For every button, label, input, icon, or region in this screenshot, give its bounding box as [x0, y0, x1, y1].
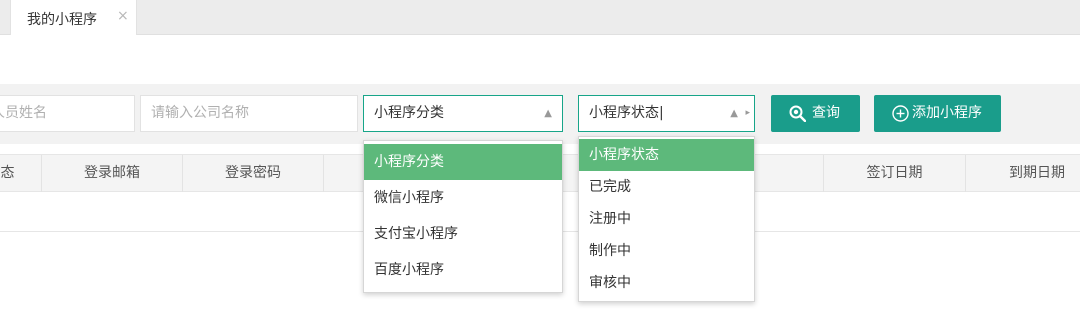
category-select-value: 小程序分类: [374, 105, 444, 121]
category-dropdown-menu: 小程序分类 微信小程序 支付宝小程序 百度小程序: [363, 140, 563, 293]
caret-up-icon: ▲: [730, 108, 738, 119]
add-miniprogram-button[interactable]: 添加小程序: [874, 95, 1001, 132]
caret-right-icon: ▸: [745, 108, 750, 118]
close-icon[interactable]: ×: [117, 8, 129, 24]
company-name-input[interactable]: 请输入公司名称: [140, 95, 358, 132]
category-option[interactable]: 微信小程序: [364, 180, 562, 216]
status-option[interactable]: 注册中: [579, 203, 754, 235]
column-header-sign-date[interactable]: 签订日期: [824, 155, 966, 192]
tab-bar: 我的小程序 ×: [0, 0, 1080, 35]
status-option[interactable]: 已完成: [579, 171, 754, 203]
category-option[interactable]: 百度小程序: [364, 252, 562, 288]
category-option[interactable]: 支付宝小程序: [364, 216, 562, 252]
category-option[interactable]: 小程序分类: [364, 144, 562, 180]
status-option[interactable]: 制作中: [579, 235, 754, 267]
search-button[interactable]: 查询: [771, 95, 860, 132]
search-button-label: 查询: [812, 105, 840, 121]
column-header-expire-date[interactable]: 到期日期: [966, 155, 1080, 192]
tab-my-miniprograms[interactable]: 我的小程序 ×: [10, 0, 137, 35]
search-icon: [789, 105, 806, 122]
column-header-status[interactable]: 状态: [0, 155, 42, 192]
member-name-placeholder: 人员姓名: [0, 105, 47, 121]
caret-up-icon: ▲: [544, 108, 552, 119]
tab-label: 我的小程序: [27, 12, 97, 28]
status-dropdown-menu: 小程序状态 已完成 注册中 制作中 审核中: [578, 136, 755, 302]
column-header-login-password[interactable]: 登录密码: [183, 155, 324, 192]
column-header-login-email[interactable]: 登录邮箱: [42, 155, 183, 192]
member-name-input[interactable]: 人员姓名: [0, 95, 135, 132]
company-name-placeholder: 请输入公司名称: [151, 105, 249, 121]
status-option[interactable]: 审核中: [579, 267, 754, 299]
plus-circle-icon: [892, 105, 909, 122]
status-select-value: 小程序状态: [589, 105, 659, 121]
add-button-label: 添加小程序: [912, 105, 982, 121]
category-select[interactable]: 小程序分类 ▲: [363, 95, 563, 132]
status-select[interactable]: 小程序状态| ▲ ▸: [578, 95, 755, 132]
status-option[interactable]: 小程序状态: [579, 139, 754, 171]
